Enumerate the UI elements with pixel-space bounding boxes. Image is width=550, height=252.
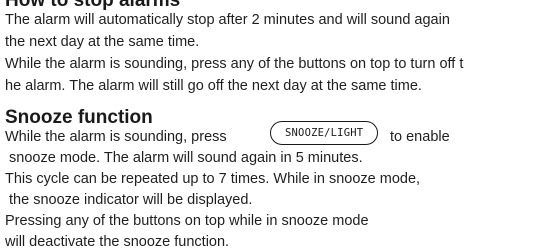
stop-alarms-line-2: the next day at the same time. (5, 34, 200, 50)
snooze-light-button-glyph: SNOOZE/LIGHT (270, 121, 379, 145)
snooze-line-1-after: to enable (390, 129, 450, 145)
snooze-function-heading: Snooze function (5, 107, 153, 128)
snooze-line-5: Pressing any of the buttons on top while… (5, 213, 369, 229)
stop-alarms-line-1: The alarm will automatically stop after … (5, 12, 450, 28)
snooze-line-3: This cycle can be repeated up to 7 times… (5, 171, 421, 187)
snooze-line-2: snooze mode. The alarm will sound again … (5, 150, 363, 166)
snooze-line-1-before: While the alarm is sounding, press (5, 129, 227, 145)
stop-alarms-heading: How to stop alarms (5, 0, 181, 11)
snooze-line-4: the snooze indicator will be displayed. (5, 192, 253, 208)
stop-alarms-line-4: he alarm. The alarm will still go off th… (5, 78, 422, 94)
manual-page: How to stop alarms The alarm will automa… (5, 0, 550, 250)
stop-alarms-line-3: While the alarm is sounding, press any o… (5, 56, 464, 72)
snooze-line-6: will deactivate the snooze function. (5, 234, 230, 250)
